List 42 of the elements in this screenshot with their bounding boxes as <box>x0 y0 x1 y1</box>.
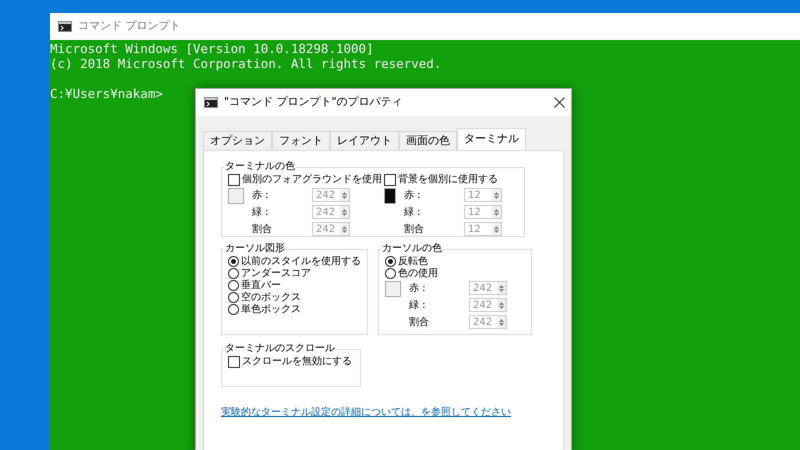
window-title: コマンド プロンプト <box>78 18 180 34</box>
radio-button[interactable]: 以前のスタイルを使用する <box>228 255 361 267</box>
close-icon[interactable] <box>554 97 565 108</box>
group-title: ターミナルのスクロール <box>224 343 336 355</box>
settings-link[interactable]: 実験的なターミナル設定の詳細については、を参照してください <box>221 405 511 420</box>
field-label: 赤 : <box>404 188 422 202</box>
checkbox-square[interactable] <box>384 174 396 186</box>
console-icon <box>58 21 72 32</box>
radio-circle[interactable] <box>228 256 239 266</box>
field-label: 赤 : <box>409 282 427 296</box>
radio-button[interactable]: 垂直バー <box>228 279 281 291</box>
console-line: (c) 2018 Microsoft Corporation. All rights reserved. <box>50 56 442 71</box>
console-prompt: C:¥Users¥nakam> <box>50 86 163 101</box>
dialog-title: "コマンド プロンプト"のプロパティ <box>224 94 404 110</box>
radio-button[interactable]: 色の使用 <box>385 267 438 279</box>
checkbox[interactable]: スクロールを無効にする <box>228 355 352 368</box>
group-title: ターミナルの色 <box>224 161 296 173</box>
radio-button[interactable]: 空のボックス <box>228 291 301 303</box>
tab[interactable]: フォント <box>272 131 330 150</box>
checkbox[interactable]: 個別のフォアグラウンドを使用 <box>228 173 382 186</box>
field-label: 割合 <box>409 316 430 330</box>
radio-circle[interactable] <box>385 256 396 266</box>
radio-button[interactable]: アンダースコア <box>228 267 311 279</box>
field-label: 割合 <box>404 222 425 236</box>
radio-button[interactable]: 反転色 <box>385 255 428 267</box>
group-title: カーソルの色 <box>381 243 443 255</box>
checkbox-square[interactable] <box>228 174 240 186</box>
group-title: カーソル図形 <box>224 243 286 255</box>
checkbox[interactable]: 背景を個別に使用する <box>384 173 498 186</box>
field-label: 緑 : <box>404 206 422 220</box>
console-icon <box>204 97 218 108</box>
field-label: 緑 : <box>409 298 427 312</box>
tab[interactable]: ターミナル <box>457 128 526 150</box>
console-line: Microsoft Windows [Version 10.0.18298.1000] <box>50 41 374 56</box>
tab[interactable]: レイアウト <box>330 131 399 150</box>
tab[interactable]: オプション <box>203 131 272 150</box>
field-label: 緑 : <box>252 206 270 220</box>
field-label: 割合 <box>252 222 273 236</box>
checkbox-square[interactable] <box>228 356 240 368</box>
radio-button[interactable]: 単色ボックス <box>228 303 301 315</box>
field-label: 赤 : <box>252 188 270 202</box>
tab[interactable]: 画面の色 <box>399 131 457 150</box>
